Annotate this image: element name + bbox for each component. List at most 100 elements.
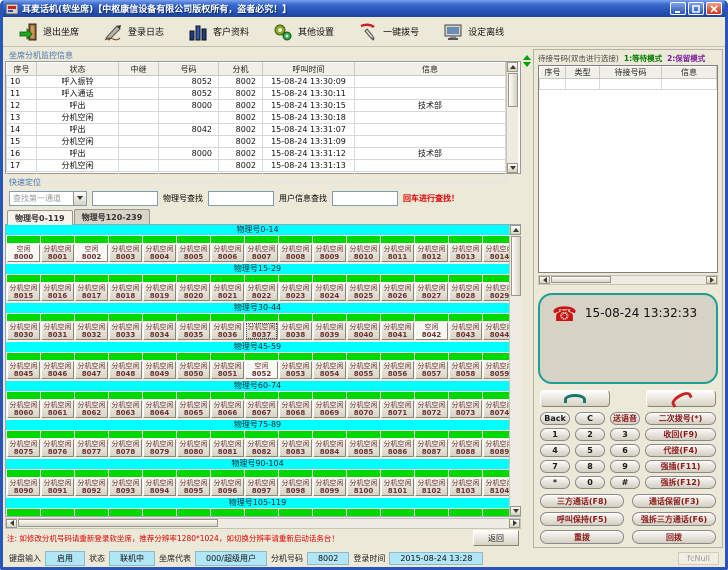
- extension-cell-8054[interactable]: 分机空闲8054: [313, 361, 346, 379]
- extension-cell-8016[interactable]: 分机空闲8016: [41, 283, 74, 301]
- keypad-button-*[interactable]: *: [540, 476, 570, 489]
- extension-cell-8012[interactable]: 分机空闲8012: [415, 244, 448, 262]
- extension-cell-8078[interactable]: 分机空闲8078: [109, 439, 142, 457]
- extension-cell-8049[interactable]: 分机空闲8049: [143, 361, 176, 379]
- column-header[interactable]: 号码: [159, 63, 219, 76]
- extension-cell-8061[interactable]: 分机空闲8061: [41, 400, 74, 418]
- extension-cell-8060[interactable]: 分机空闲8060: [7, 400, 40, 418]
- answer-button[interactable]: [540, 390, 610, 407]
- table-row[interactable]: 17分机空闲800215-08-24 13:31:13: [7, 160, 506, 172]
- extension-cell-8036[interactable]: 分机空闲8036: [211, 322, 244, 340]
- extension-cell-8015[interactable]: 分机空闲8015: [7, 283, 40, 301]
- extension-cell-8094[interactable]: 分机空闲8094: [143, 478, 176, 496]
- keypad-button-6[interactable]: 6: [610, 444, 640, 457]
- scroll-thumb[interactable]: [18, 519, 218, 527]
- waiting-table[interactable]: 序号类型待接号码信息: [538, 65, 718, 273]
- extension-cell-8064[interactable]: 分机空闲8064: [143, 400, 176, 418]
- extension-cell-8086[interactable]: 分机空闲8086: [381, 439, 414, 457]
- table-row[interactable]: 10呼入振铃8052800215-08-24 13:30:09: [7, 76, 506, 88]
- grid-hscrollbar[interactable]: [5, 518, 521, 529]
- extension-cell-8017[interactable]: 分机空闲8017: [75, 283, 108, 301]
- extension-cell-8069[interactable]: 分机空闲8069: [313, 400, 346, 418]
- extension-cell-8062[interactable]: 分机空闲8062: [75, 400, 108, 418]
- extension-cell-8001[interactable]: 分机空闲8001: [41, 244, 74, 262]
- splitter-up-icon[interactable]: [523, 55, 531, 60]
- extension-cell-8014[interactable]: 分机空闲8014: [483, 244, 509, 262]
- extension-cell-8084[interactable]: 分机空闲8084: [313, 439, 346, 457]
- extension-cell-8042[interactable]: 空闲8042: [415, 322, 448, 340]
- extension-cell-8066[interactable]: 分机空闲8066: [211, 400, 244, 418]
- keypad-button-9[interactable]: 9: [610, 460, 640, 473]
- call-function-button-通话保留(F3)[interactable]: 通话保留(F3): [632, 494, 716, 508]
- extension-cell-8053[interactable]: 分机空闲8053: [279, 361, 312, 379]
- exit-seat-button[interactable]: 退出坐席: [9, 19, 88, 45]
- extension-cell-8093[interactable]: 分机空闲8093: [109, 478, 142, 496]
- table-row[interactable]: 11呼入通话8052800215-08-24 13:30:11: [7, 88, 506, 100]
- extension-cell-8102[interactable]: 分机空闲8102: [415, 478, 448, 496]
- extension-cell-8074[interactable]: 分机空闲8074: [483, 400, 509, 418]
- extension-cell-8047[interactable]: 分机空闲8047: [75, 361, 108, 379]
- extension-cell-8077[interactable]: 分机空闲8077: [75, 439, 108, 457]
- extension-cell-8031[interactable]: 分机空闲8031: [41, 322, 74, 340]
- tab-physical-120-239[interactable]: 物理号120-239: [74, 209, 151, 224]
- column-header[interactable]: 分机: [219, 63, 263, 76]
- table-row[interactable]: 12呼出8000800215-08-24 13:30:15技术部: [7, 100, 506, 112]
- keypad-button-1[interactable]: 1: [540, 428, 570, 441]
- extension-cell-8041[interactable]: 分机空闲8041: [381, 322, 414, 340]
- extension-cell-8085[interactable]: 分机空闲8085: [347, 439, 380, 457]
- extension-cell-8083[interactable]: 分机空闲8083: [279, 439, 312, 457]
- extension-cell-8037[interactable]: 分机空闲8037: [245, 322, 278, 340]
- customer-info-button[interactable]: 客户资料: [179, 19, 258, 45]
- extension-cell-8067[interactable]: 分机空闲8067: [245, 400, 278, 418]
- extension-cell-8063[interactable]: 分机空闲8063: [109, 400, 142, 418]
- extension-cell-8005[interactable]: 分机空闲8005: [177, 244, 210, 262]
- extension-cell-8068[interactable]: 分机空闲8068: [279, 400, 312, 418]
- chevron-down-icon[interactable]: [73, 192, 86, 205]
- extension-cell-8044[interactable]: 分机空闲8044: [483, 322, 509, 340]
- extension-cell-8008[interactable]: 分机空闲8008: [279, 244, 312, 262]
- column-header[interactable]: 中继: [119, 63, 159, 76]
- extension-cell-8079[interactable]: 分机空闲8079: [143, 439, 176, 457]
- column-header[interactable]: 呼叫时间: [263, 63, 355, 76]
- extension-cell-8076[interactable]: 分机空闲8076: [41, 439, 74, 457]
- tab-physical-0-119[interactable]: 物理号0-119: [7, 210, 73, 225]
- keypad-button-C[interactable]: C: [575, 412, 605, 425]
- extension-cell-8029[interactable]: 分机空闲8029: [483, 283, 509, 301]
- locate-mode-dropdown[interactable]: 查找第一通道: [9, 191, 87, 206]
- extension-cell-8051[interactable]: 分机空闲8051: [211, 361, 244, 379]
- column-header[interactable]: 序号: [540, 66, 566, 78]
- extension-cell-8057[interactable]: 分机空闲8057: [415, 361, 448, 379]
- keypad-button-代接(F4)[interactable]: 代接(F4): [645, 444, 716, 457]
- scroll-up-icon[interactable]: [507, 62, 518, 72]
- scroll-thumb[interactable]: [511, 236, 521, 296]
- extension-cell-8059[interactable]: 分机空闲8059: [483, 361, 509, 379]
- extension-cell-8097[interactable]: 分机空闲8097: [245, 478, 278, 496]
- extension-cell-8013[interactable]: 分机空闲8013: [449, 244, 482, 262]
- column-header[interactable]: 序号: [7, 63, 37, 76]
- extension-cell-8009[interactable]: 分机空闲8009: [313, 244, 346, 262]
- minimize-button[interactable]: [670, 2, 686, 15]
- extension-cell-8050[interactable]: 分机空闲8050: [177, 361, 210, 379]
- extension-cell-8058[interactable]: 分机空闲8058: [449, 361, 482, 379]
- scroll-left-icon[interactable]: [6, 519, 17, 528]
- call-function-button-重拨[interactable]: 重拨: [540, 530, 624, 544]
- extension-cell-8004[interactable]: 分机空闲8004: [143, 244, 176, 262]
- login-log-button[interactable]: 登录日志: [94, 19, 173, 45]
- extension-cell-8080[interactable]: 分机空闲8080: [177, 439, 210, 457]
- keypad-button-3[interactable]: 3: [610, 428, 640, 441]
- extension-cell-8056[interactable]: 分机空闲8056: [381, 361, 414, 379]
- keypad-button-2[interactable]: 2: [575, 428, 605, 441]
- monitor-vscrollbar[interactable]: [506, 62, 518, 173]
- extension-cell-8020[interactable]: 分机空闲8020: [177, 283, 210, 301]
- table-row[interactable]: 15分机空闲800215-08-24 13:31:09: [7, 136, 506, 148]
- extension-cell-8006[interactable]: 分机空闲8006: [211, 244, 244, 262]
- extension-cell-8040[interactable]: 分机空闲8040: [347, 322, 380, 340]
- extension-cell-8021[interactable]: 分机空闲8021: [211, 283, 244, 301]
- extension-cell-8090[interactable]: 分机空闲8090: [7, 478, 40, 496]
- extension-cell-8026[interactable]: 分机空闲8026: [381, 283, 414, 301]
- table-row[interactable]: 14呼出8042800215-08-24 13:31:07: [7, 124, 506, 136]
- column-header[interactable]: 待接号码: [600, 66, 662, 78]
- extension-cell-8033[interactable]: 分机空闲8033: [109, 322, 142, 340]
- extension-cell-8055[interactable]: 分机空闲8055: [347, 361, 380, 379]
- extension-cell-8045[interactable]: 分机空闲8045: [7, 361, 40, 379]
